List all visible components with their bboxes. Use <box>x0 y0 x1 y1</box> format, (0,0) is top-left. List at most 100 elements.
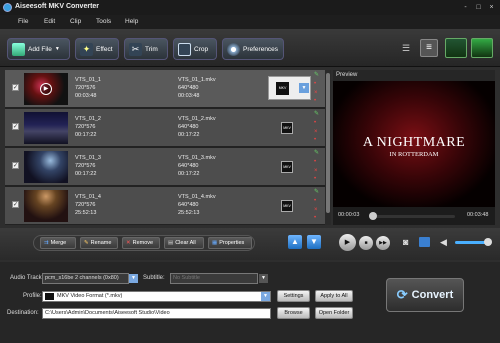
file-thumbnail[interactable] <box>24 190 68 222</box>
list-item[interactable]: ✓ VTS_01_3 720*576 00:17:22 VTS_01_3.mkv… <box>5 148 325 186</box>
video-subtitle-text: IN ROTTERDAM <box>389 151 439 158</box>
file-checkbox[interactable]: ✓ <box>12 123 19 130</box>
add-file-button[interactable]: Add File ▼ <box>7 38 70 60</box>
list-item[interactable]: ✓ VTS_01_2 720*576 00:17:22 VTS_01_2.mkv… <box>5 109 325 147</box>
list-view-icon[interactable]: ☰ <box>402 43 414 53</box>
edit-icon[interactable]: ✎ <box>314 150 319 156</box>
film-add-icon <box>12 42 25 56</box>
list-item[interactable]: ✓ ▶ VTS_01_1 720*576 00:03:48 VTS_01_1.m… <box>5 70 325 108</box>
minimize-button[interactable]: - <box>461 3 470 12</box>
close-button[interactable]: × <box>487 3 496 12</box>
menu-tools[interactable]: Tools <box>96 18 111 25</box>
clear-all-button[interactable]: ▤ Clear All <box>164 237 204 249</box>
remove-icon[interactable]: × <box>314 168 319 174</box>
open-folder-button[interactable]: Open Folder <box>315 307 353 319</box>
convert-button[interactable]: ⟳ Convert <box>386 278 464 312</box>
edit-icon[interactable]: ✎ <box>314 189 319 195</box>
file-checkbox[interactable]: ✓ <box>12 201 19 208</box>
info-icon[interactable]: • <box>314 120 319 126</box>
file-checkbox[interactable]: ✓ <box>12 162 19 169</box>
trim-button[interactable]: ✂ Trim <box>124 38 168 60</box>
subtitle-icon[interactable]: • <box>314 137 319 143</box>
preview-controls: 00:00:03 00:03:48 <box>333 207 495 225</box>
destination-input[interactable]: C:\Users\Admin\Documents\Aiseesoft Studi… <box>42 308 271 319</box>
output-resolution: 640*480 <box>178 124 199 130</box>
menu-bar: File Edit Clip Tools Help <box>0 15 500 29</box>
file-checkbox[interactable]: ✓ <box>12 84 19 91</box>
edit-icon[interactable]: ✎ <box>314 72 319 78</box>
file-thumbnail[interactable]: ▶ <box>24 73 68 105</box>
format-mkv-icon[interactable]: MKV <box>281 122 293 134</box>
video-title-text: A NIGHTMARE <box>362 135 466 150</box>
rename-button[interactable]: ✎ Rename <box>80 237 118 249</box>
next-frame-button[interactable]: ▶▶ <box>376 236 390 250</box>
preferences-label: Preferences <box>243 45 279 53</box>
menu-help[interactable]: Help <box>125 18 138 25</box>
format-mkv-icon: MKV <box>276 82 289 95</box>
file-list: ✓ ▶ VTS_01_1 720*576 00:03:48 VTS_01_1.m… <box>5 70 325 225</box>
move-down-button[interactable]: ▼ <box>307 235 321 249</box>
menu-clip[interactable]: Clip <box>70 18 81 25</box>
add-file-label: Add File <box>28 45 52 53</box>
seek-handle[interactable] <box>369 212 377 220</box>
remove-button[interactable]: ✕ Remove <box>122 237 160 249</box>
folder-icon[interactable] <box>419 237 430 247</box>
subtitle-icon[interactable]: • <box>314 98 319 104</box>
browse-button[interactable]: Browse <box>277 307 310 319</box>
stop-button[interactable]: ■ <box>359 236 373 250</box>
move-up-button[interactable]: ▲ <box>288 235 302 249</box>
file-thumbnail[interactable] <box>24 112 68 144</box>
play-button[interactable]: ▶ <box>339 234 356 251</box>
audio-track-select[interactable]: pcm_s16be 2 channels (0x80) <box>42 273 129 284</box>
list-scrollbar[interactable] <box>325 70 331 225</box>
chevron-down-icon[interactable]: ▼ <box>261 292 270 301</box>
format-mkv-icon[interactable]: MKV <box>281 161 293 173</box>
info-icon[interactable]: • <box>314 81 319 87</box>
subtitle-icon[interactable]: • <box>314 176 319 182</box>
preferences-button[interactable]: Preferences <box>222 38 284 60</box>
profile-select[interactable]: MKV Video Format (*.mkv) <box>42 291 271 302</box>
merge-button[interactable]: ⇉ Merge <box>40 237 76 249</box>
subtitle-icon[interactable]: • <box>314 215 319 221</box>
source-resolution: 720*576 <box>75 85 96 91</box>
chevron-down-icon[interactable]: ▼ <box>129 274 138 283</box>
info-icon[interactable]: • <box>314 198 319 204</box>
maximize-button[interactable]: □ <box>474 3 483 12</box>
camera-icon[interactable]: ◙ <box>403 237 414 247</box>
seek-bar[interactable] <box>369 215 455 218</box>
edit-icon[interactable]: ✎ <box>314 111 319 117</box>
effect-label: Effect <box>96 45 113 53</box>
crop-button[interactable]: Crop <box>173 38 217 60</box>
volume-icon[interactable]: ◀ <box>440 236 450 248</box>
profile-value: MKV Video Format (*.mkv) <box>57 293 123 299</box>
list-item[interactable]: ✓ VTS_01_4 720*576 25:52:13 VTS_01_4.mkv… <box>5 187 325 225</box>
play-icon[interactable]: ▶ <box>40 83 52 95</box>
menu-file[interactable]: File <box>18 18 28 25</box>
action-bar: ⇉ Merge ✎ Rename ✕ Remove ▤ Clear All ▦ Prope… <box>0 228 500 260</box>
detail-view-icon[interactable]: ≡ <box>420 39 438 57</box>
settings-button[interactable]: Settings <box>277 290 310 302</box>
chevron-down-icon[interactable]: ▼ <box>299 83 309 93</box>
scrollbar-thumb[interactable] <box>326 73 330 213</box>
chevron-down-icon[interactable]: ▼ <box>259 274 268 283</box>
menu-edit[interactable]: Edit <box>44 18 55 25</box>
magic-wand-icon: ✦ <box>80 42 93 56</box>
output-duration: 00:17:22 <box>178 132 200 138</box>
volume-handle[interactable] <box>484 238 492 246</box>
remove-icon[interactable]: × <box>314 129 319 135</box>
properties-button[interactable]: ▦ Properties <box>208 237 252 249</box>
file-thumbnail[interactable] <box>24 151 68 183</box>
remove-icon[interactable]: × <box>314 90 319 96</box>
apply-to-all-button[interactable]: Apply to All <box>315 290 353 302</box>
info-icon[interactable]: • <box>314 159 319 165</box>
subtitle-select[interactable]: No Subtitle <box>170 273 258 284</box>
source-name: VTS_01_1 <box>75 77 101 83</box>
source-duration: 25:52:13 <box>75 210 97 216</box>
format-selector[interactable]: MKV ▼ <box>268 76 311 100</box>
format-mkv-icon[interactable]: MKV <box>281 200 293 212</box>
total-time: 00:03:48 <box>467 212 489 218</box>
current-time: 00:00:03 <box>338 212 360 218</box>
crop-icon <box>178 42 191 56</box>
effect-button[interactable]: ✦ Effect <box>75 38 119 60</box>
remove-icon[interactable]: × <box>314 207 319 213</box>
